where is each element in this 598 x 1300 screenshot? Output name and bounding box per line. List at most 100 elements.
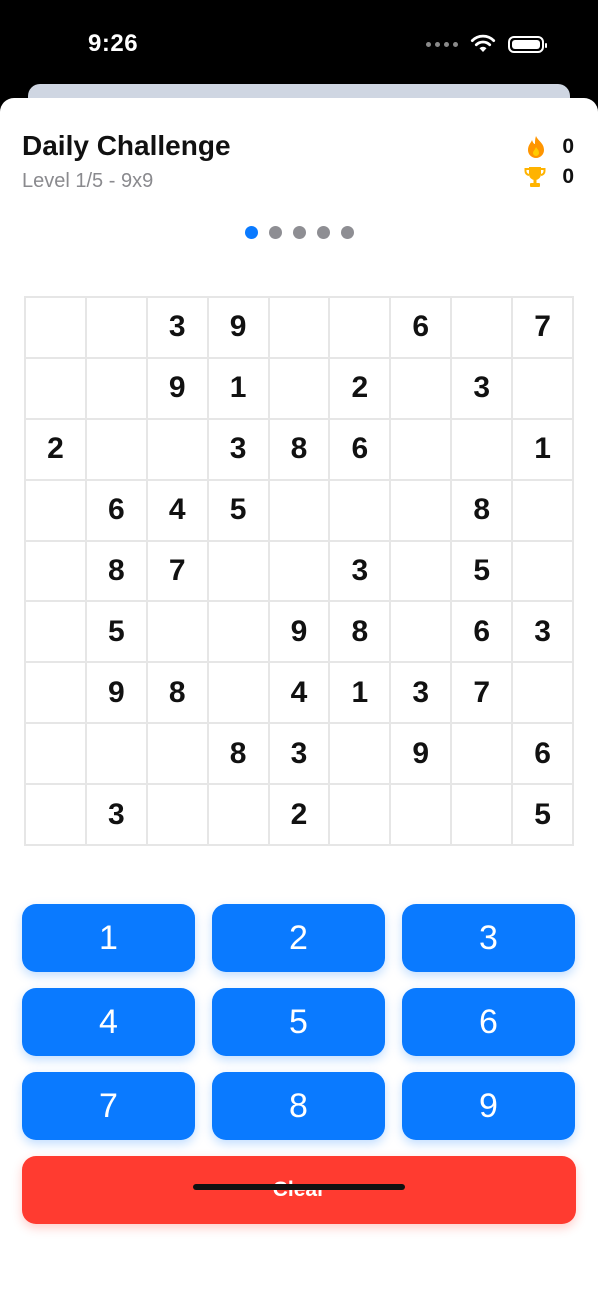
- board-cell[interactable]: 4: [268, 662, 330, 724]
- page-dot[interactable]: [244, 226, 258, 239]
- board-cell[interactable]: [25, 297, 86, 358]
- board-cell[interactable]: [451, 418, 513, 480]
- board-cell[interactable]: 9: [390, 723, 452, 785]
- board-cell[interactable]: [451, 784, 513, 845]
- board-cell[interactable]: 3: [512, 601, 573, 663]
- board-cell[interactable]: [146, 723, 208, 785]
- number-button-1[interactable]: 1: [22, 904, 195, 972]
- board-cell[interactable]: [329, 723, 391, 785]
- board-cell[interactable]: 8: [146, 662, 208, 724]
- cellular-signal-icon: [426, 41, 458, 47]
- board-cell[interactable]: [25, 479, 86, 541]
- board-cell[interactable]: 5: [207, 479, 269, 541]
- board-cell[interactable]: [329, 297, 391, 358]
- number-button-2[interactable]: 2: [212, 904, 385, 972]
- board-cell[interactable]: [451, 297, 513, 358]
- board-cell[interactable]: 9: [146, 357, 208, 419]
- page-dot[interactable]: [268, 226, 282, 239]
- board-cell[interactable]: 6: [329, 418, 391, 480]
- board-cell[interactable]: [146, 418, 208, 480]
- board-cell[interactable]: [25, 601, 86, 663]
- board-cell[interactable]: 3: [451, 357, 513, 419]
- board-cell[interactable]: [451, 723, 513, 785]
- board-cell[interactable]: 4: [146, 479, 208, 541]
- board-cell[interactable]: [146, 784, 208, 845]
- board-cell[interactable]: 3: [268, 723, 330, 785]
- board-cell[interactable]: 1: [512, 418, 573, 480]
- board-cell[interactable]: [25, 357, 86, 419]
- board-cell[interactable]: [146, 601, 208, 663]
- board-cell[interactable]: 5: [512, 784, 573, 845]
- board-cell[interactable]: 5: [85, 601, 147, 663]
- board-cell[interactable]: [390, 479, 452, 541]
- board-cell[interactable]: [268, 540, 330, 602]
- board-cell[interactable]: 3: [207, 418, 269, 480]
- board-cell[interactable]: [207, 784, 269, 845]
- clear-button[interactable]: Clear: [22, 1156, 576, 1224]
- board-cell[interactable]: 8: [451, 479, 513, 541]
- board-cell[interactable]: [207, 601, 269, 663]
- board-cell[interactable]: [85, 297, 147, 358]
- board-cell[interactable]: 1: [207, 357, 269, 419]
- board-cell[interactable]: 7: [146, 540, 208, 602]
- board-cell[interactable]: 3: [390, 662, 452, 724]
- board-cell[interactable]: [25, 540, 86, 602]
- board-cell[interactable]: [85, 418, 147, 480]
- board-cell[interactable]: 8: [207, 723, 269, 785]
- board-cell[interactable]: 7: [512, 297, 573, 358]
- board-cell[interactable]: [329, 479, 391, 541]
- board-cell[interactable]: 6: [390, 297, 452, 358]
- board-cell[interactable]: [390, 540, 452, 602]
- page-indicator[interactable]: [0, 226, 598, 239]
- board-cell[interactable]: [268, 357, 330, 419]
- home-indicator[interactable]: [193, 1184, 405, 1190]
- board-cell[interactable]: [207, 662, 269, 724]
- board-cell[interactable]: 6: [85, 479, 147, 541]
- board-cell[interactable]: 3: [85, 784, 147, 845]
- number-button-3[interactable]: 3: [402, 904, 575, 972]
- board-cell[interactable]: 6: [512, 723, 573, 785]
- board-cell[interactable]: [512, 662, 573, 724]
- number-button-6[interactable]: 6: [402, 988, 575, 1056]
- board-cell[interactable]: [85, 723, 147, 785]
- board-cell[interactable]: [268, 297, 330, 358]
- board-cell[interactable]: 3: [329, 540, 391, 602]
- number-button-7[interactable]: 7: [22, 1072, 195, 1140]
- flame-icon: [528, 136, 544, 158]
- board-cell[interactable]: [390, 784, 452, 845]
- board-cell[interactable]: [85, 357, 147, 419]
- page-dot[interactable]: [340, 226, 354, 239]
- page-dot[interactable]: [316, 226, 330, 239]
- board-cell[interactable]: [25, 662, 86, 724]
- number-button-5[interactable]: 5: [212, 988, 385, 1056]
- number-button-9[interactable]: 9: [402, 1072, 575, 1140]
- board-cell[interactable]: [390, 418, 452, 480]
- board-cell[interactable]: 8: [268, 418, 330, 480]
- board-cell[interactable]: [390, 601, 452, 663]
- board-cell[interactable]: [268, 479, 330, 541]
- board-cell[interactable]: [329, 784, 391, 845]
- board-cell[interactable]: 8: [329, 601, 391, 663]
- board-cell[interactable]: [207, 540, 269, 602]
- number-button-8[interactable]: 8: [212, 1072, 385, 1140]
- board-cell[interactable]: 6: [451, 601, 513, 663]
- board-cell[interactable]: 2: [25, 418, 86, 480]
- board-cell[interactable]: [512, 357, 573, 419]
- board-cell[interactable]: 7: [451, 662, 513, 724]
- board-cell[interactable]: [25, 784, 86, 845]
- board-cell[interactable]: 9: [85, 662, 147, 724]
- board-cell[interactable]: 9: [268, 601, 330, 663]
- board-cell[interactable]: 9: [207, 297, 269, 358]
- board-cell[interactable]: 1: [329, 662, 391, 724]
- board-cell[interactable]: [390, 357, 452, 419]
- board-cell[interactable]: [512, 479, 573, 541]
- board-cell[interactable]: [25, 723, 86, 785]
- board-cell[interactable]: 3: [146, 297, 208, 358]
- board-cell[interactable]: 5: [451, 540, 513, 602]
- board-cell[interactable]: 2: [329, 357, 391, 419]
- number-button-4[interactable]: 4: [22, 988, 195, 1056]
- page-dot[interactable]: [292, 226, 306, 239]
- board-cell[interactable]: [512, 540, 573, 602]
- board-cell[interactable]: 2: [268, 784, 330, 845]
- board-cell[interactable]: 8: [85, 540, 147, 602]
